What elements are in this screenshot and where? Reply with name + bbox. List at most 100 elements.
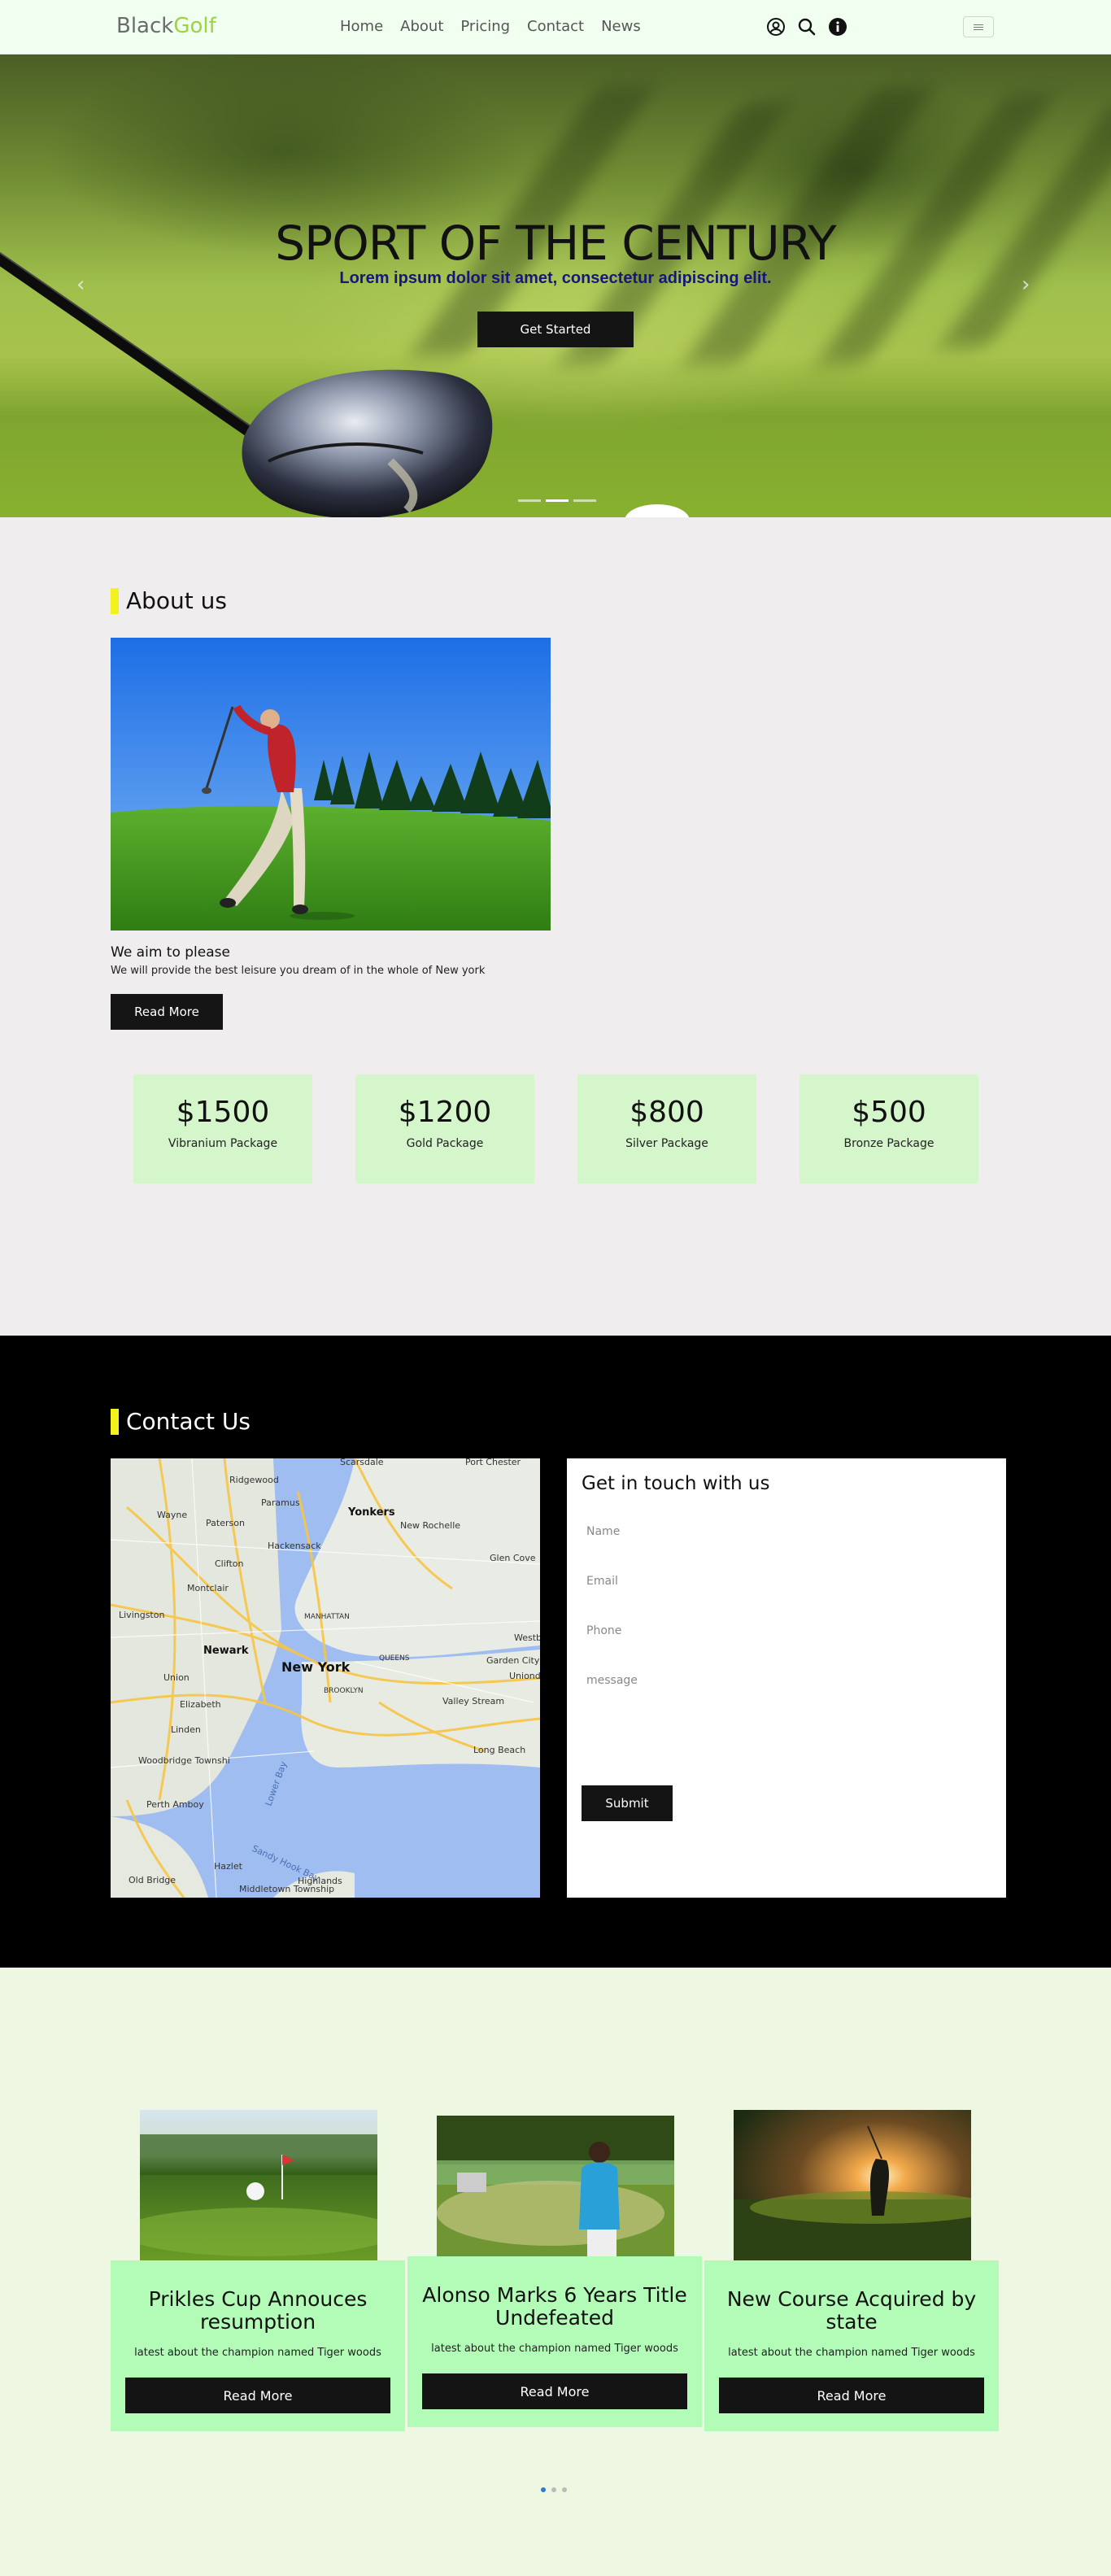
map-label: Yonkers (347, 1506, 395, 1519)
map-label: Newark (203, 1645, 249, 1657)
news-card-2: Alonso Marks 6 Years Title Undefeated la… (407, 2256, 702, 2427)
map-label: New York (281, 1659, 351, 1675)
about-section: About us We aim to please We will provid… (0, 517, 1111, 1336)
map-label: Port Chester (465, 1458, 521, 1467)
hero-title: SPORT OF THE CENTURY (275, 216, 836, 271)
news-section: Prikles Cup Annouces resumption latest a… (0, 1968, 1111, 2576)
news-dot[interactable] (551, 2487, 556, 2492)
nav-link-pricing[interactable]: Pricing (460, 18, 510, 35)
news-read-more-button[interactable]: Read More (125, 2378, 390, 2413)
package-card-silver[interactable]: $800 Silver Package (577, 1074, 756, 1183)
map-label: Livingston (119, 1610, 164, 1620)
package-price: $800 (630, 1096, 704, 1129)
golfer-swing-image (111, 638, 551, 931)
package-name: Gold Package (406, 1137, 484, 1150)
map-label: Middletown Township (239, 1884, 334, 1894)
brand-name-black: Black (116, 14, 174, 38)
package-card-gold[interactable]: $1200 Gold Package (355, 1074, 534, 1183)
carousel-indicator[interactable] (573, 499, 596, 502)
email-field[interactable]: Email (582, 1565, 988, 1597)
nav-link-about[interactable]: About (400, 18, 443, 35)
message-field[interactable]: message (582, 1664, 988, 1762)
map-label: Hackensack (268, 1541, 321, 1551)
news-dot-active[interactable] (541, 2487, 546, 2492)
get-started-button[interactable]: Get Started (477, 312, 634, 347)
map-label: MANHATTAN (304, 1613, 350, 1621)
user-circle-icon[interactable] (765, 16, 786, 37)
about-subheading: We aim to please (111, 944, 230, 961)
map-label: Paterson (206, 1518, 245, 1528)
news-card-title: Prikles Cup Annouces resumption (148, 2287, 368, 2334)
map-label: Long Beach (473, 1745, 525, 1755)
news-dot[interactable] (562, 2487, 567, 2492)
map-label: Glen Cove (490, 1553, 536, 1563)
map-label: Linden (171, 1724, 201, 1735)
phone-field[interactable]: Phone (582, 1615, 988, 1647)
map-label: Scarsdale (340, 1458, 384, 1467)
news-carousel-dots (541, 2487, 567, 2492)
package-card-vibranium[interactable]: $1500 Vibranium Package (133, 1074, 312, 1183)
name-field[interactable]: Name (582, 1515, 988, 1548)
package-price: $500 (852, 1096, 926, 1129)
about-read-more-button[interactable]: Read More (111, 994, 223, 1030)
contact-section: Contact Us Scarsdale Port Chester Ridgew… (0, 1336, 1111, 1968)
map-label: Elizabeth (180, 1699, 221, 1710)
news-card-3: New Course Acquired by state latest abou… (704, 2260, 999, 2431)
news-image-golfer-phone (437, 2116, 674, 2257)
info-icon[interactable] (827, 16, 848, 37)
brand-logo[interactable]: BlackGolf (116, 14, 216, 38)
news-card-1: Prikles Cup Annouces resumption latest a… (111, 2260, 405, 2431)
news-card-title: Alonso Marks 6 Years Title Undefeated (422, 2283, 687, 2330)
navbar: BlackGolf Home About Pricing Contact New… (0, 0, 1111, 54)
carousel-indicators (518, 499, 596, 502)
form-heading: Get in touch with us (582, 1473, 770, 1494)
package-price: $1500 (176, 1096, 270, 1129)
carousel-indicator[interactable] (518, 499, 541, 502)
brand-name-golf: Golf (173, 14, 216, 38)
map-label: New Rochelle (400, 1520, 460, 1531)
nav-links: Home About Pricing Contact News (340, 18, 658, 35)
nav-link-contact[interactable]: Contact (527, 18, 584, 35)
map-label: Paramus (261, 1497, 300, 1508)
submit-button[interactable]: Submit (582, 1785, 673, 1821)
news-image-golf-ball (140, 2110, 377, 2263)
nav-link-home[interactable]: Home (340, 18, 383, 35)
news-read-more-button[interactable]: Read More (422, 2373, 687, 2409)
map-label: Old Bridge (129, 1875, 176, 1885)
news-card-title: New Course Acquired by state (726, 2287, 977, 2334)
nav-icons (765, 16, 848, 37)
news-image-sunset-golfer (734, 2110, 971, 2267)
news-card-text: latest about the champion named Tiger wo… (134, 2347, 381, 2359)
search-icon[interactable] (796, 16, 817, 37)
hero-carousel: ‹ › SPORT OF THE CENTURY Lorem ipsum dol… (0, 54, 1111, 517)
package-card-bronze[interactable]: $500 Bronze Package (799, 1074, 978, 1183)
map-label: Montclair (187, 1583, 229, 1593)
section-marker (111, 587, 119, 614)
map-label: Union (163, 1672, 190, 1683)
map-label: BROOKLYN (324, 1687, 364, 1695)
contact-form: Get in touch with us Name Email Phone me… (567, 1458, 1006, 1898)
section-marker (111, 1408, 119, 1435)
carousel-indicator-active[interactable] (546, 499, 569, 502)
about-heading: About us (111, 587, 227, 614)
package-name: Vibranium Package (168, 1137, 278, 1150)
contact-title: Contact Us (126, 1408, 251, 1435)
map-label: Hazlet (214, 1861, 243, 1872)
news-read-more-button[interactable]: Read More (719, 2378, 984, 2413)
package-name: Bronze Package (843, 1137, 935, 1150)
map-label: Perth Amboy (146, 1799, 204, 1810)
contact-heading: Contact Us (111, 1408, 251, 1435)
hero-subtitle: Lorem ipsum dolor sit amet, consectetur … (339, 269, 772, 287)
news-card-text: latest about the champion named Tiger wo… (431, 2343, 678, 2355)
map-label: Uniond (509, 1671, 540, 1681)
news-card-text: latest about the champion named Tiger wo… (728, 2347, 975, 2359)
package-name: Silver Package (625, 1137, 708, 1150)
location-map[interactable]: Scarsdale Port Chester Ridgewood Paramus… (111, 1458, 540, 1898)
about-title: About us (126, 587, 228, 614)
hamburger-menu-icon[interactable] (963, 16, 994, 37)
map-label: Valley Stream (442, 1696, 504, 1706)
map-label: Woodbridge Townshi (138, 1755, 230, 1766)
map-label: QUEENS (379, 1654, 410, 1663)
nav-link-news[interactable]: News (601, 18, 641, 35)
map-label: Clifton (215, 1558, 244, 1569)
